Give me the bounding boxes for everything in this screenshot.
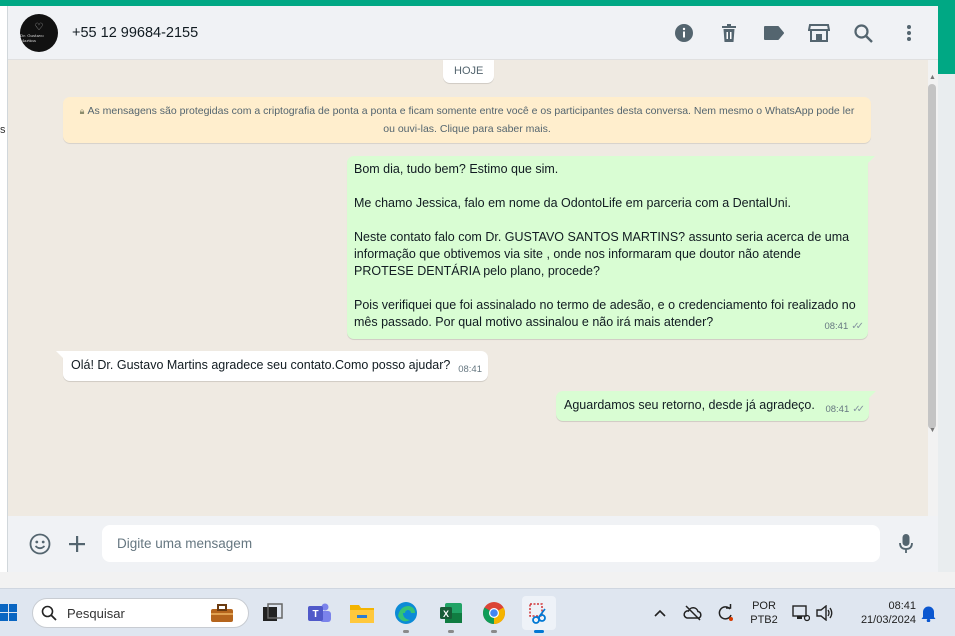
volume-icon[interactable] bbox=[815, 603, 835, 623]
read-receipt-icon: ✓✓ bbox=[851, 321, 864, 332]
clock[interactable]: 08:41 21/03/2024 bbox=[846, 599, 916, 627]
network-icon[interactable] bbox=[791, 603, 811, 623]
running-indicator bbox=[491, 630, 497, 633]
tooth-logo-icon: ♡ bbox=[34, 21, 44, 33]
bubble-tail bbox=[868, 391, 876, 399]
taskbar-search-label: Pesquisar bbox=[67, 605, 125, 621]
more-icon[interactable] bbox=[897, 22, 920, 45]
attach-plus-icon[interactable] bbox=[64, 531, 90, 557]
incoming-message[interactable]: Olá! Dr. Gustavo Martins agradece seu co… bbox=[56, 351, 488, 381]
snipping-tool-icon[interactable] bbox=[522, 596, 556, 630]
scroll-up-icon[interactable]: ▲ bbox=[929, 74, 936, 81]
scroll-down-icon[interactable]: ▼ bbox=[929, 427, 936, 434]
chat-scrollbar[interactable] bbox=[928, 84, 936, 429]
store-icon[interactable] bbox=[807, 22, 830, 45]
briefcase-icon bbox=[210, 604, 234, 628]
running-indicator bbox=[534, 630, 544, 633]
date-divider: HOJE bbox=[443, 60, 495, 83]
running-indicator bbox=[403, 630, 409, 633]
lock-icon: 🔒︎ bbox=[79, 106, 85, 116]
message-time: 08:41 bbox=[825, 404, 850, 415]
microphone-icon[interactable] bbox=[893, 531, 919, 557]
outgoing-message[interactable]: Bom dia, tudo bem? Estimo que sim. Me ch… bbox=[347, 156, 875, 339]
message-paragraph: Pois verifiquei que foi assinalado no te… bbox=[354, 298, 860, 329]
chrome-icon[interactable] bbox=[481, 600, 507, 626]
contact-name[interactable]: +55 12 99684-2155 bbox=[72, 25, 198, 41]
read-receipt-icon: ✓✓ bbox=[852, 404, 865, 415]
clock-date: 21/03/2024 bbox=[860, 614, 916, 626]
sync-icon[interactable] bbox=[714, 603, 736, 623]
info-icon[interactable] bbox=[672, 22, 695, 45]
svg-text:X: X bbox=[443, 609, 449, 619]
windows-start-icon[interactable] bbox=[0, 601, 18, 625]
message-time: 08:41 bbox=[824, 321, 849, 332]
avatar[interactable]: ♡ Dr. Gustavo Martins bbox=[20, 13, 58, 52]
input-language[interactable]: POR PTB2 bbox=[748, 599, 780, 627]
message-paragraph: Neste contato falo com Dr. GUSTAVO SANTO… bbox=[354, 230, 853, 278]
app-accent-strip-right bbox=[938, 6, 955, 74]
clock-time: 08:41 bbox=[888, 600, 916, 612]
running-indicator bbox=[448, 630, 454, 633]
outgoing-message[interactable]: Aguardamos seu retorno, desde já agradeç… bbox=[556, 391, 876, 421]
message-composer bbox=[8, 516, 938, 572]
message-paragraph: Bom dia, tudo bem? Estimo que sim. bbox=[354, 162, 559, 176]
avatar-caption: Dr. Gustavo Martins bbox=[20, 32, 44, 43]
language-label: POR bbox=[752, 600, 776, 612]
svg-text:T: T bbox=[312, 609, 318, 620]
keyboard-layout-label: PTB2 bbox=[750, 614, 778, 626]
search-icon bbox=[41, 605, 57, 621]
right-margin bbox=[938, 74, 955, 572]
message-paragraph: Me chamo Jessica, falo em nome da Odonto… bbox=[354, 196, 792, 210]
teams-icon[interactable]: T bbox=[306, 600, 332, 626]
label-icon[interactable] bbox=[762, 22, 785, 45]
task-view-icon[interactable] bbox=[261, 601, 285, 625]
excel-icon[interactable]: X bbox=[438, 600, 464, 626]
trash-icon[interactable] bbox=[717, 22, 740, 45]
emoji-icon[interactable] bbox=[27, 531, 53, 557]
background-text-fragment: s bbox=[0, 124, 6, 136]
message-text: Aguardamos seu retorno, desde já agradeç… bbox=[564, 398, 815, 412]
onedrive-offline-icon[interactable] bbox=[682, 603, 704, 623]
background-window: s bbox=[0, 6, 8, 572]
taskbar-search[interactable]: Pesquisar bbox=[32, 598, 249, 628]
message-time: 08:41 bbox=[458, 364, 482, 375]
encryption-notice-text: As mensagens são protegidas com a cripto… bbox=[87, 105, 855, 135]
message-list[interactable]: HOJE 🔒︎ As mensagens são protegidas com a… bbox=[8, 60, 928, 516]
taskbar: Pesquisar T X POR PTB2 08:41 21/03/2024 bbox=[0, 588, 955, 636]
chevron-up-icon[interactable] bbox=[652, 605, 668, 621]
message-text: Olá! Dr. Gustavo Martins agradece seu co… bbox=[71, 358, 451, 372]
file-explorer-icon[interactable] bbox=[349, 600, 375, 626]
encryption-notice[interactable]: 🔒︎ As mensagens são protegidas com a crip… bbox=[63, 97, 871, 143]
search-icon[interactable] bbox=[852, 22, 875, 45]
bubble-tail bbox=[56, 351, 64, 359]
message-input[interactable] bbox=[102, 525, 880, 562]
chat-header: ♡ Dr. Gustavo Martins +55 12 99684-2155 bbox=[8, 6, 938, 60]
edge-icon[interactable] bbox=[393, 600, 419, 626]
bubble-tail bbox=[867, 156, 875, 164]
notification-bell-icon[interactable] bbox=[919, 603, 937, 623]
